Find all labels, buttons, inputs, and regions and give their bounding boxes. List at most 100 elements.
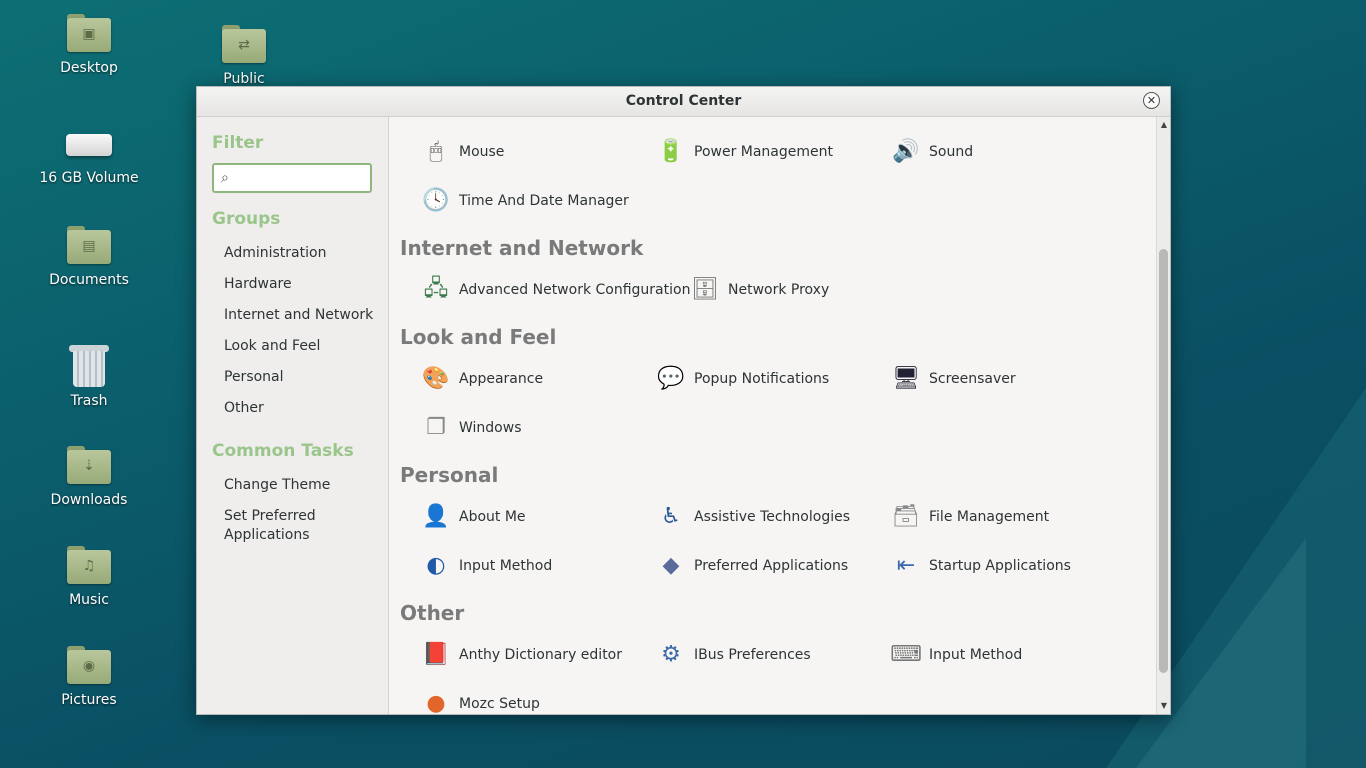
applet-label: Input Method bbox=[929, 646, 1023, 663]
desktop-icon-label: Music bbox=[69, 592, 109, 608]
server-icon: 🗄 bbox=[691, 277, 719, 302]
folder-icon: ♫ bbox=[67, 546, 111, 584]
file-cabinet-icon: 🗃 bbox=[892, 504, 920, 529]
gear-icon: ⚙ bbox=[661, 642, 681, 667]
applet-label: Power Management bbox=[694, 143, 834, 160]
applet-label: Screensaver bbox=[929, 370, 1016, 387]
applet-time-and-date[interactable]: 🕓 Time And Date Manager bbox=[421, 176, 628, 225]
applet-label: About Me bbox=[459, 508, 526, 525]
desktop-icon-music[interactable]: ♫ Music bbox=[34, 546, 144, 608]
desktop-icon-label: Pictures bbox=[61, 692, 117, 708]
folder-icon: ▣ bbox=[67, 14, 111, 52]
applet-keyboard-shortcuts[interactable]: ▭ bbox=[891, 117, 929, 127]
scrollbar-thumb[interactable] bbox=[1159, 249, 1168, 673]
applet-network-proxy[interactable]: 🗄 Network Proxy bbox=[690, 265, 829, 314]
folder-icon: ▤ bbox=[67, 226, 111, 264]
group-administration[interactable]: Administration bbox=[212, 239, 388, 270]
applet-label: Advanced Network Configuration bbox=[459, 281, 691, 298]
network-icon: 🖧 bbox=[423, 275, 449, 301]
applet-input-method[interactable]: ◐ Input Method bbox=[421, 541, 552, 590]
group-internet-and-network[interactable]: Internet and Network bbox=[212, 301, 388, 332]
startup-icon: ⇤ bbox=[896, 553, 916, 578]
desktop-icon-downloads[interactable]: ⇣ Downloads bbox=[34, 446, 144, 508]
speaker-icon: 🔊 bbox=[892, 139, 920, 164]
applet-keyboard[interactable]: ▭ bbox=[656, 117, 694, 127]
windows-icon: ❐ bbox=[426, 415, 446, 440]
applet-label: Mouse bbox=[459, 143, 505, 160]
applet-assistive-technologies[interactable]: ♿ Assistive Technologies bbox=[656, 492, 850, 541]
applet-row: ▭ ▭ ▭ bbox=[390, 117, 1156, 127]
common-tasks-heading: Common Tasks bbox=[212, 441, 354, 461]
palette-icon: 🎨 bbox=[422, 366, 450, 391]
section-title-look-and-feel: Look and Feel bbox=[400, 325, 557, 349]
applet-windows[interactable]: ❐ Windows bbox=[421, 403, 522, 452]
applet-label: Popup Notifications bbox=[694, 370, 830, 387]
applet-advanced-network-configuration[interactable]: 🖧 Advanced Network Configuration bbox=[421, 265, 691, 314]
applet-anthy-dictionary-editor[interactable]: 📕 Anthy Dictionary editor bbox=[421, 630, 622, 679]
applet-row: 🖧 Advanced Network Configuration 🗄 Network… bbox=[390, 265, 1156, 314]
applet-label: Windows bbox=[459, 419, 522, 436]
filter-input[interactable] bbox=[238, 168, 366, 188]
applet-label: Input Method bbox=[459, 557, 553, 574]
applet-display[interactable]: ▭ bbox=[421, 117, 459, 127]
applet-row: ◐ Input Method ◆ Preferred Applications ⇤ S… bbox=[390, 541, 1156, 590]
folder-icon: ◉ bbox=[67, 646, 111, 684]
trash-icon bbox=[69, 345, 109, 387]
applet-power-management[interactable]: 🔋 Power Management bbox=[656, 127, 833, 176]
applet-sound[interactable]: 🔊 Sound bbox=[891, 127, 973, 176]
applet-label: Network Proxy bbox=[728, 281, 830, 298]
group-personal[interactable]: Personal bbox=[212, 363, 388, 394]
applet-label: IBus Preferences bbox=[694, 646, 811, 663]
group-hardware[interactable]: Hardware bbox=[212, 270, 388, 301]
display-icon: ▭ bbox=[421, 117, 451, 118]
desktop-icon-volume[interactable]: 16 GB Volume bbox=[34, 124, 144, 186]
desktop-icon-label: 16 GB Volume bbox=[39, 170, 139, 186]
applet-row: 👤 About Me ♿ Assistive Technologies 🗃 File … bbox=[390, 492, 1156, 541]
task-change-theme[interactable]: Change Theme bbox=[212, 471, 388, 502]
desktop-icon-pictures[interactable]: ◉ Pictures bbox=[34, 646, 144, 708]
applet-input-method-other[interactable]: ⌨ Input Method bbox=[890, 630, 1023, 679]
applet-file-management[interactable]: 🗃 File Management bbox=[891, 492, 1049, 541]
task-set-preferred-applications[interactable]: Set Preferred Applications bbox=[212, 502, 342, 552]
desktop-icon-label: Public bbox=[223, 71, 265, 87]
group-other[interactable]: Other bbox=[212, 394, 388, 425]
applet-label: Mozc Setup bbox=[459, 695, 540, 712]
applet-mozc-setup[interactable]: ● Mozc Setup bbox=[421, 679, 540, 714]
applet-ibus-preferences[interactable]: ⚙ IBus Preferences bbox=[656, 630, 811, 679]
close-button[interactable]: ✕ bbox=[1143, 92, 1160, 109]
desktop-icon-label: Trash bbox=[70, 393, 108, 409]
desktop-icon-public[interactable]: ⇄ Public bbox=[189, 25, 299, 87]
monitor-moon-icon: 🖥 bbox=[892, 366, 920, 391]
notification-bubble-icon: 💬 bbox=[657, 366, 685, 391]
scroll-up-arrow-icon[interactable]: ▲ bbox=[1157, 119, 1171, 131]
drive-icon bbox=[66, 134, 112, 156]
applet-preferred-applications[interactable]: ◆ Preferred Applications bbox=[656, 541, 849, 590]
search-icon: ⌕ bbox=[221, 170, 229, 186]
applet-label: Startup Applications bbox=[929, 557, 1071, 574]
keyboard-icon: ▭ bbox=[656, 117, 686, 118]
applet-mouse[interactable]: 🖱 Mouse bbox=[421, 127, 504, 176]
applet-popup-notifications[interactable]: 💬 Popup Notifications bbox=[656, 354, 829, 403]
desktop-icon-documents[interactable]: ▤ Documents bbox=[34, 226, 144, 288]
section-title-personal: Personal bbox=[400, 463, 499, 487]
applet-appearance[interactable]: 🎨 Appearance bbox=[421, 354, 543, 403]
applet-label: File Management bbox=[929, 508, 1050, 525]
applet-screensaver[interactable]: 🖥 Screensaver bbox=[891, 354, 1016, 403]
desktop-icon-trash[interactable]: Trash bbox=[34, 345, 144, 409]
title-bar[interactable]: Control Center ✕ bbox=[197, 87, 1170, 117]
vertical-scrollbar[interactable]: ▲ ▼ bbox=[1156, 117, 1170, 714]
group-look-and-feel[interactable]: Look and Feel bbox=[212, 332, 388, 363]
filter-search-box[interactable]: ⌕ bbox=[212, 163, 372, 193]
control-center-window: Control Center ✕ Filter ⌕ Groups Adminis… bbox=[196, 86, 1171, 715]
scroll-down-arrow-icon[interactable]: ▼ bbox=[1157, 700, 1171, 712]
applet-label: Appearance bbox=[459, 370, 544, 387]
desktop-icon-label: Documents bbox=[49, 272, 129, 288]
sidebar: Filter ⌕ Groups Administration Hardware … bbox=[197, 117, 389, 714]
desktop-icon-desktop[interactable]: ▣ Desktop bbox=[34, 14, 144, 76]
applet-label: Sound bbox=[929, 143, 974, 160]
section-title-internet: Internet and Network bbox=[400, 236, 644, 260]
applet-about-me[interactable]: 👤 About Me bbox=[421, 492, 526, 541]
input-method-icon: ◐ bbox=[426, 553, 446, 578]
applet-startup-applications[interactable]: ⇤ Startup Applications bbox=[891, 541, 1071, 590]
accessibility-icon: ♿ bbox=[661, 504, 681, 529]
